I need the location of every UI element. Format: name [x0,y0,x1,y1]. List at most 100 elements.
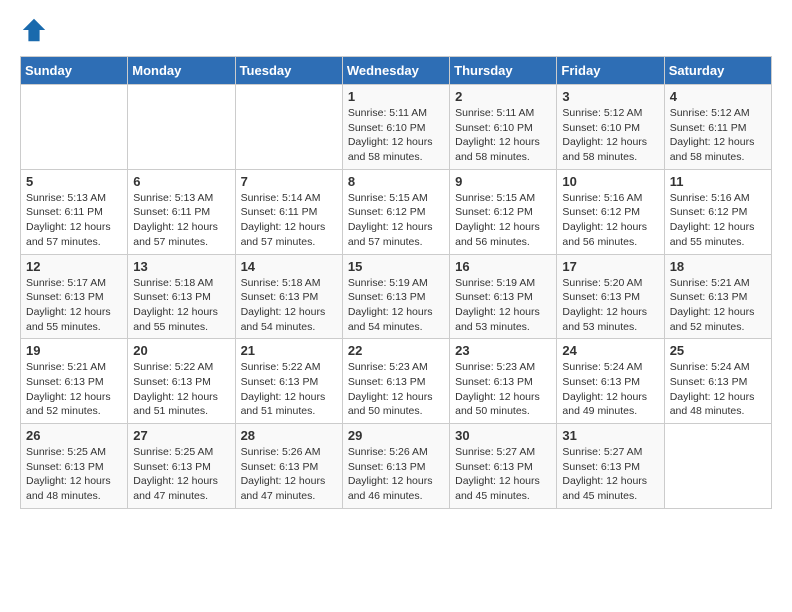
header-day-saturday: Saturday [664,57,771,85]
calendar-cell: 5Sunrise: 5:13 AM Sunset: 6:11 PM Daylig… [21,169,128,254]
day-info: Sunrise: 5:24 AM Sunset: 6:13 PM Dayligh… [670,360,766,419]
day-info: Sunrise: 5:17 AM Sunset: 6:13 PM Dayligh… [26,276,122,335]
calendar-cell: 9Sunrise: 5:15 AM Sunset: 6:12 PM Daylig… [450,169,557,254]
calendar-cell [664,424,771,509]
day-info: Sunrise: 5:11 AM Sunset: 6:10 PM Dayligh… [348,106,444,165]
calendar-cell: 31 Sunrise: 5:27 AM Sunset: 6:13 PM Dayli… [557,424,664,509]
calendar-cell: 17 Sunrise: 5:20 AM Sunset: 6:13 PM Dayli… [557,254,664,339]
day-info: Sunrise: 5:16 AM Sunset: 6:12 PM Dayligh… [670,191,766,250]
calendar-cell: 14 Sunrise: 5:18 AM Sunset: 6:13 PM Dayli… [235,254,342,339]
calendar-cell: 20 Sunrise: 5:22 AM Sunset: 6:13 PM Dayli… [128,339,235,424]
week-row-4: 19 Sunrise: 5:21 AM Sunset: 6:13 PM Dayli… [21,339,772,424]
day-info: Sunrise: 5:23 AM Sunset: 6:13 PM Dayligh… [348,360,444,419]
day-info: Sunrise: 5:26 AM Sunset: 6:13 PM Dayligh… [241,445,337,504]
day-info: Sunrise: 5:22 AM Sunset: 6:13 PM Dayligh… [133,360,229,419]
day-info: Sunrise: 5:25 AM Sunset: 6:13 PM Dayligh… [133,445,229,504]
day-number: 18 [670,259,766,274]
day-number: 29 [348,428,444,443]
header-day-thursday: Thursday [450,57,557,85]
calendar-cell: 21 Sunrise: 5:22 AM Sunset: 6:13 PM Dayli… [235,339,342,424]
day-info: Sunrise: 5:14 AM Sunset: 6:11 PM Dayligh… [241,191,337,250]
day-info: Sunrise: 5:19 AM Sunset: 6:13 PM Dayligh… [348,276,444,335]
calendar-cell [21,85,128,170]
calendar-cell: 12 Sunrise: 5:17 AM Sunset: 6:13 PM Dayli… [21,254,128,339]
day-info: Sunrise: 5:27 AM Sunset: 6:13 PM Dayligh… [562,445,658,504]
calendar-cell: 10 Sunrise: 5:16 AM Sunset: 6:12 PM Dayli… [557,169,664,254]
calendar-cell: 3 Sunrise: 5:12 AM Sunset: 6:10 PM Daylig… [557,85,664,170]
day-info: Sunrise: 5:24 AM Sunset: 6:13 PM Dayligh… [562,360,658,419]
calendar-cell: 30Sunrise: 5:27 AM Sunset: 6:13 PM Dayli… [450,424,557,509]
calendar-cell: 8 Sunrise: 5:15 AM Sunset: 6:12 PM Daylig… [342,169,449,254]
day-info: Sunrise: 5:16 AM Sunset: 6:12 PM Dayligh… [562,191,658,250]
day-info: Sunrise: 5:26 AM Sunset: 6:13 PM Dayligh… [348,445,444,504]
calendar-cell: 25 Sunrise: 5:24 AM Sunset: 6:13 PM Dayli… [664,339,771,424]
calendar-cell: 4 Sunrise: 5:12 AM Sunset: 6:11 PM Daylig… [664,85,771,170]
day-number: 22 [348,343,444,358]
calendar-cell [235,85,342,170]
day-info: Sunrise: 5:19 AM Sunset: 6:13 PM Dayligh… [455,276,551,335]
day-number: 15 [348,259,444,274]
page-header [20,16,772,44]
day-info: Sunrise: 5:21 AM Sunset: 6:13 PM Dayligh… [26,360,122,419]
logo-icon [20,16,48,44]
day-info: Sunrise: 5:18 AM Sunset: 6:13 PM Dayligh… [241,276,337,335]
day-info: Sunrise: 5:15 AM Sunset: 6:12 PM Dayligh… [348,191,444,250]
header-day-wednesday: Wednesday [342,57,449,85]
day-number: 17 [562,259,658,274]
calendar-cell: 18 Sunrise: 5:21 AM Sunset: 6:13 PM Dayli… [664,254,771,339]
calendar-table: SundayMondayTuesdayWednesdayThursdayFrid… [20,56,772,509]
calendar-cell: 24Sunrise: 5:24 AM Sunset: 6:13 PM Dayli… [557,339,664,424]
day-number: 8 [348,174,444,189]
day-number: 21 [241,343,337,358]
day-number: 14 [241,259,337,274]
header-day-tuesday: Tuesday [235,57,342,85]
day-number: 13 [133,259,229,274]
day-number: 1 [348,89,444,104]
day-number: 31 [562,428,658,443]
day-number: 28 [241,428,337,443]
day-number: 10 [562,174,658,189]
calendar-cell: 11 Sunrise: 5:16 AM Sunset: 6:12 PM Dayli… [664,169,771,254]
calendar-cell: 2Sunrise: 5:11 AM Sunset: 6:10 PM Daylig… [450,85,557,170]
day-info: Sunrise: 5:12 AM Sunset: 6:11 PM Dayligh… [670,106,766,165]
calendar-cell: 1 Sunrise: 5:11 AM Sunset: 6:10 PM Daylig… [342,85,449,170]
week-row-2: 5 Sunrise: 5:13 AM Sunset: 6:11 PM Daylig… [21,169,772,254]
calendar-cell: 7 Sunrise: 5:14 AM Sunset: 6:11 PM Daylig… [235,169,342,254]
calendar-cell: 23Sunrise: 5:23 AM Sunset: 6:13 PM Dayli… [450,339,557,424]
day-number: 20 [133,343,229,358]
logo [20,16,50,44]
header-day-friday: Friday [557,57,664,85]
calendar-cell: 28 Sunrise: 5:26 AM Sunset: 6:13 PM Dayli… [235,424,342,509]
calendar-cell: 15 Sunrise: 5:19 AM Sunset: 6:13 PM Dayli… [342,254,449,339]
week-row-5: 26 Sunrise: 5:25 AM Sunset: 6:13 PM Dayli… [21,424,772,509]
day-info: Sunrise: 5:22 AM Sunset: 6:13 PM Dayligh… [241,360,337,419]
day-info: Sunrise: 5:12 AM Sunset: 6:10 PM Dayligh… [562,106,658,165]
calendar-cell: 19 Sunrise: 5:21 AM Sunset: 6:13 PM Dayli… [21,339,128,424]
day-number: 23 [455,343,551,358]
day-info: Sunrise: 5:18 AM Sunset: 6:13 PM Dayligh… [133,276,229,335]
day-number: 6 [133,174,229,189]
day-number: 3 [562,89,658,104]
calendar-cell: 27 Sunrise: 5:25 AM Sunset: 6:13 PM Dayli… [128,424,235,509]
day-number: 19 [26,343,122,358]
header-day-monday: Monday [128,57,235,85]
day-number: 5 [26,174,122,189]
day-number: 11 [670,174,766,189]
day-number: 26 [26,428,122,443]
day-info: Sunrise: 5:13 AM Sunset: 6:11 PM Dayligh… [133,191,229,250]
calendar-cell [128,85,235,170]
day-number: 9 [455,174,551,189]
day-number: 4 [670,89,766,104]
day-number: 2 [455,89,551,104]
day-number: 30 [455,428,551,443]
day-info: Sunrise: 5:21 AM Sunset: 6:13 PM Dayligh… [670,276,766,335]
day-number: 25 [670,343,766,358]
day-number: 7 [241,174,337,189]
day-info: Sunrise: 5:20 AM Sunset: 6:13 PM Dayligh… [562,276,658,335]
day-number: 12 [26,259,122,274]
calendar-cell: 16Sunrise: 5:19 AM Sunset: 6:13 PM Dayli… [450,254,557,339]
calendar-cell: 29 Sunrise: 5:26 AM Sunset: 6:13 PM Dayli… [342,424,449,509]
calendar-cell: 6 Sunrise: 5:13 AM Sunset: 6:11 PM Daylig… [128,169,235,254]
day-number: 27 [133,428,229,443]
calendar-cell: 26Sunrise: 5:25 AM Sunset: 6:13 PM Dayli… [21,424,128,509]
